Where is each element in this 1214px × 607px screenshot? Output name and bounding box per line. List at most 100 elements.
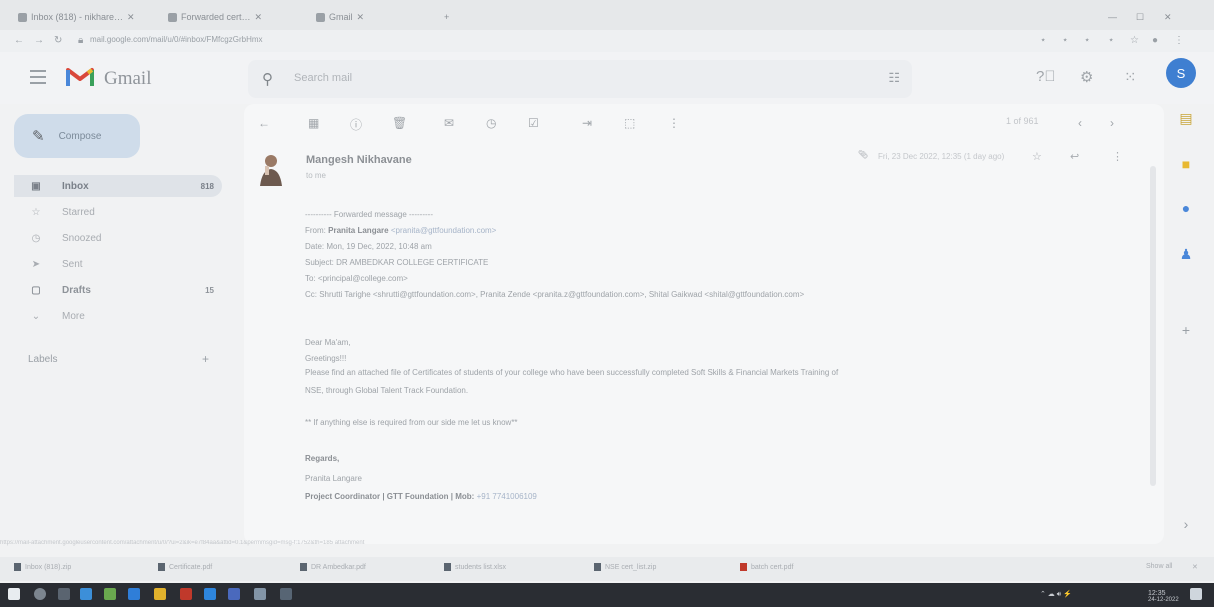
app-icon[interactable] [228, 588, 240, 600]
browser-tab[interactable]: Gmail ✕ [316, 8, 364, 26]
gmail-logo-icon [66, 68, 94, 86]
file-icon [158, 563, 165, 571]
main-menu-icon[interactable] [30, 70, 46, 88]
new-tab-icon[interactable]: + [444, 8, 449, 26]
more-options-icon[interactable]: ⋮ [668, 116, 680, 130]
clock-time[interactable]: 12:35 [1148, 590, 1166, 597]
from-email-link[interactable]: <pranita@gttfoundation.com> [391, 226, 497, 235]
file-icon [14, 563, 21, 571]
recipient-toggle[interactable]: to me [306, 171, 326, 180]
close-window-icon[interactable]: ✕ [1164, 8, 1172, 26]
app-icon[interactable] [104, 588, 116, 600]
system-tray-icons[interactable]: ⌃ ☁ 🔊︎ ⚡ [1040, 590, 1072, 599]
move-to-icon[interactable]: ⇥ [582, 116, 592, 130]
notifications-icon[interactable] [1190, 588, 1202, 600]
app-icon[interactable] [254, 588, 266, 600]
label-icon[interactable]: ⬚ [624, 116, 635, 130]
sidebar-item-sent[interactable]: ➤ Sent [14, 253, 222, 275]
message-scrollbar[interactable] [1150, 166, 1156, 486]
report-spam-icon[interactable]: ⓘ [350, 116, 362, 133]
back-arrow-icon[interactable]: ← [258, 116, 270, 130]
download-item[interactable]: DR Ambedkar.pdf [300, 563, 366, 571]
os-taskbar: ⌃ ☁ 🔊︎ ⚡ 12:35 24-12-2022 [0, 583, 1214, 607]
start-icon[interactable] [8, 588, 20, 600]
search-input[interactable]: Search mail [294, 72, 352, 84]
clock-icon: ◷ [31, 232, 41, 244]
download-item[interactable]: Inbox (818).zip [14, 563, 71, 571]
search-bar[interactable]: ⚲ Search mail ☷ [248, 60, 912, 98]
browser-menu-icon[interactable]: ⋮ [1174, 35, 1184, 46]
sender-avatar[interactable] [256, 152, 286, 186]
tab-close-icon[interactable]: ✕ [255, 12, 263, 23]
chrome-icon[interactable] [80, 588, 92, 600]
contacts-icon[interactable]: ♟ [1176, 246, 1196, 264]
side-panel-toggle-icon[interactable]: › [1176, 516, 1196, 534]
file-explorer-icon[interactable] [154, 588, 166, 600]
sidebar-item-snoozed[interactable]: ◷ Snoozed [14, 227, 222, 249]
star-icon[interactable]: ☆ [1032, 150, 1042, 163]
sidebar-item-more[interactable]: ⌄ More [14, 305, 222, 327]
sidebar-item-drafts[interactable]: ▢ Drafts 15 [14, 279, 222, 301]
search-icon[interactable]: ⚲ [262, 70, 273, 88]
download-item[interactable]: Certificate.pdf [158, 563, 212, 571]
show-all-downloads-button[interactable]: Show all [1146, 563, 1172, 570]
app-icon[interactable] [280, 588, 292, 600]
app-icon[interactable] [204, 588, 216, 600]
tasks-icon[interactable]: ● [1176, 200, 1196, 218]
older-icon[interactable]: › [1110, 116, 1114, 130]
browser-tab[interactable]: Inbox (818) - nikhare… ✕ [18, 8, 135, 26]
keep-icon[interactable]: ■ [1176, 156, 1196, 174]
newer-icon[interactable]: ‹ [1078, 116, 1082, 130]
more-vert-icon[interactable]: ⋮ [1112, 150, 1123, 163]
browser-tab[interactable]: Forwarded cert… ✕ [168, 8, 262, 26]
labels-heading: Labels [28, 354, 58, 365]
add-addon-icon[interactable]: + [1176, 322, 1196, 340]
extension-icon[interactable]: ⋆ [1040, 35, 1046, 46]
message-pane: ← ▦ ⓘ 🗑︎ ✉ ◷ ☑ ⇥ ⬚ ⋮ 1 of 961 ‹ › Manges… [244, 104, 1164, 544]
download-item[interactable]: NSE cert_list.zip [594, 563, 656, 571]
attachment-icon: 📎︎ [858, 150, 869, 159]
app-icon[interactable] [180, 588, 192, 600]
message-date: Fri, 23 Dec 2022, 12:35 (1 day ago) [878, 152, 1005, 161]
cc-line: Cc: Shrutti Tarighe <shrutti@gttfoundati… [305, 290, 805, 299]
download-item[interactable]: batch cert.pdf [740, 563, 793, 571]
archive-icon[interactable]: ▦ [308, 116, 319, 130]
compose-button[interactable]: ✎ Compose [14, 114, 140, 158]
search-options-icon[interactable]: ☷ [888, 70, 900, 86]
url-field[interactable]: mail.google.com/mail/u/0/#inbox/FMfcgzGr… [90, 35, 263, 44]
tab-close-icon[interactable]: ✕ [357, 12, 365, 23]
task-view-icon[interactable] [58, 588, 70, 600]
bookmark-star-icon[interactable]: ☆ [1130, 35, 1139, 46]
extension-icon[interactable]: ⋆ [1062, 35, 1068, 46]
extension-icon[interactable]: ⋆ [1108, 35, 1114, 46]
snooze-icon[interactable]: ◷ [486, 116, 496, 130]
close-downloads-icon[interactable]: ✕ [1192, 563, 1198, 571]
clock-date[interactable]: 24-12-2022 [1148, 597, 1179, 603]
sidebar-item-inbox[interactable]: ▣ Inbox 818 [14, 175, 222, 197]
calendar-icon[interactable]: ▤ [1176, 110, 1196, 128]
minimize-icon[interactable]: — [1108, 8, 1117, 26]
delete-icon[interactable]: 🗑︎ [392, 116, 407, 130]
add-label-icon[interactable]: + [202, 352, 209, 366]
settings-gear-icon[interactable]: ⚙ [1080, 68, 1093, 86]
sidebar-item-starred[interactable]: ☆ Starred [14, 201, 222, 223]
reply-icon[interactable]: ↩ [1070, 150, 1079, 163]
account-avatar[interactable]: S [1166, 58, 1196, 88]
mark-unread-icon[interactable]: ✉ [444, 116, 454, 130]
extension-icon[interactable]: ⋆ [1084, 35, 1090, 46]
phone-link[interactable]: +91 7741006109 [477, 492, 537, 501]
edge-icon[interactable] [128, 588, 140, 600]
add-task-icon[interactable]: ☑ [528, 116, 539, 130]
profile-icon[interactable]: ● [1152, 35, 1158, 46]
help-icon[interactable]: ?⃝ [1036, 68, 1056, 85]
downloads-bar: Inbox (818).zip Certificate.pdf DR Ambed… [0, 557, 1214, 581]
apps-grid-icon[interactable]: ⁙ [1124, 68, 1137, 86]
reload-icon[interactable]: ↻ [54, 35, 62, 46]
forward-icon[interactable]: → [34, 35, 44, 46]
tab-close-icon[interactable]: ✕ [127, 12, 135, 23]
gmail-wordmark: Gmail [104, 68, 152, 89]
maximize-icon[interactable]: ☐ [1136, 8, 1144, 26]
search-icon[interactable] [34, 588, 46, 600]
download-item[interactable]: students list.xlsx [444, 563, 506, 571]
back-icon[interactable]: ← [14, 35, 24, 46]
